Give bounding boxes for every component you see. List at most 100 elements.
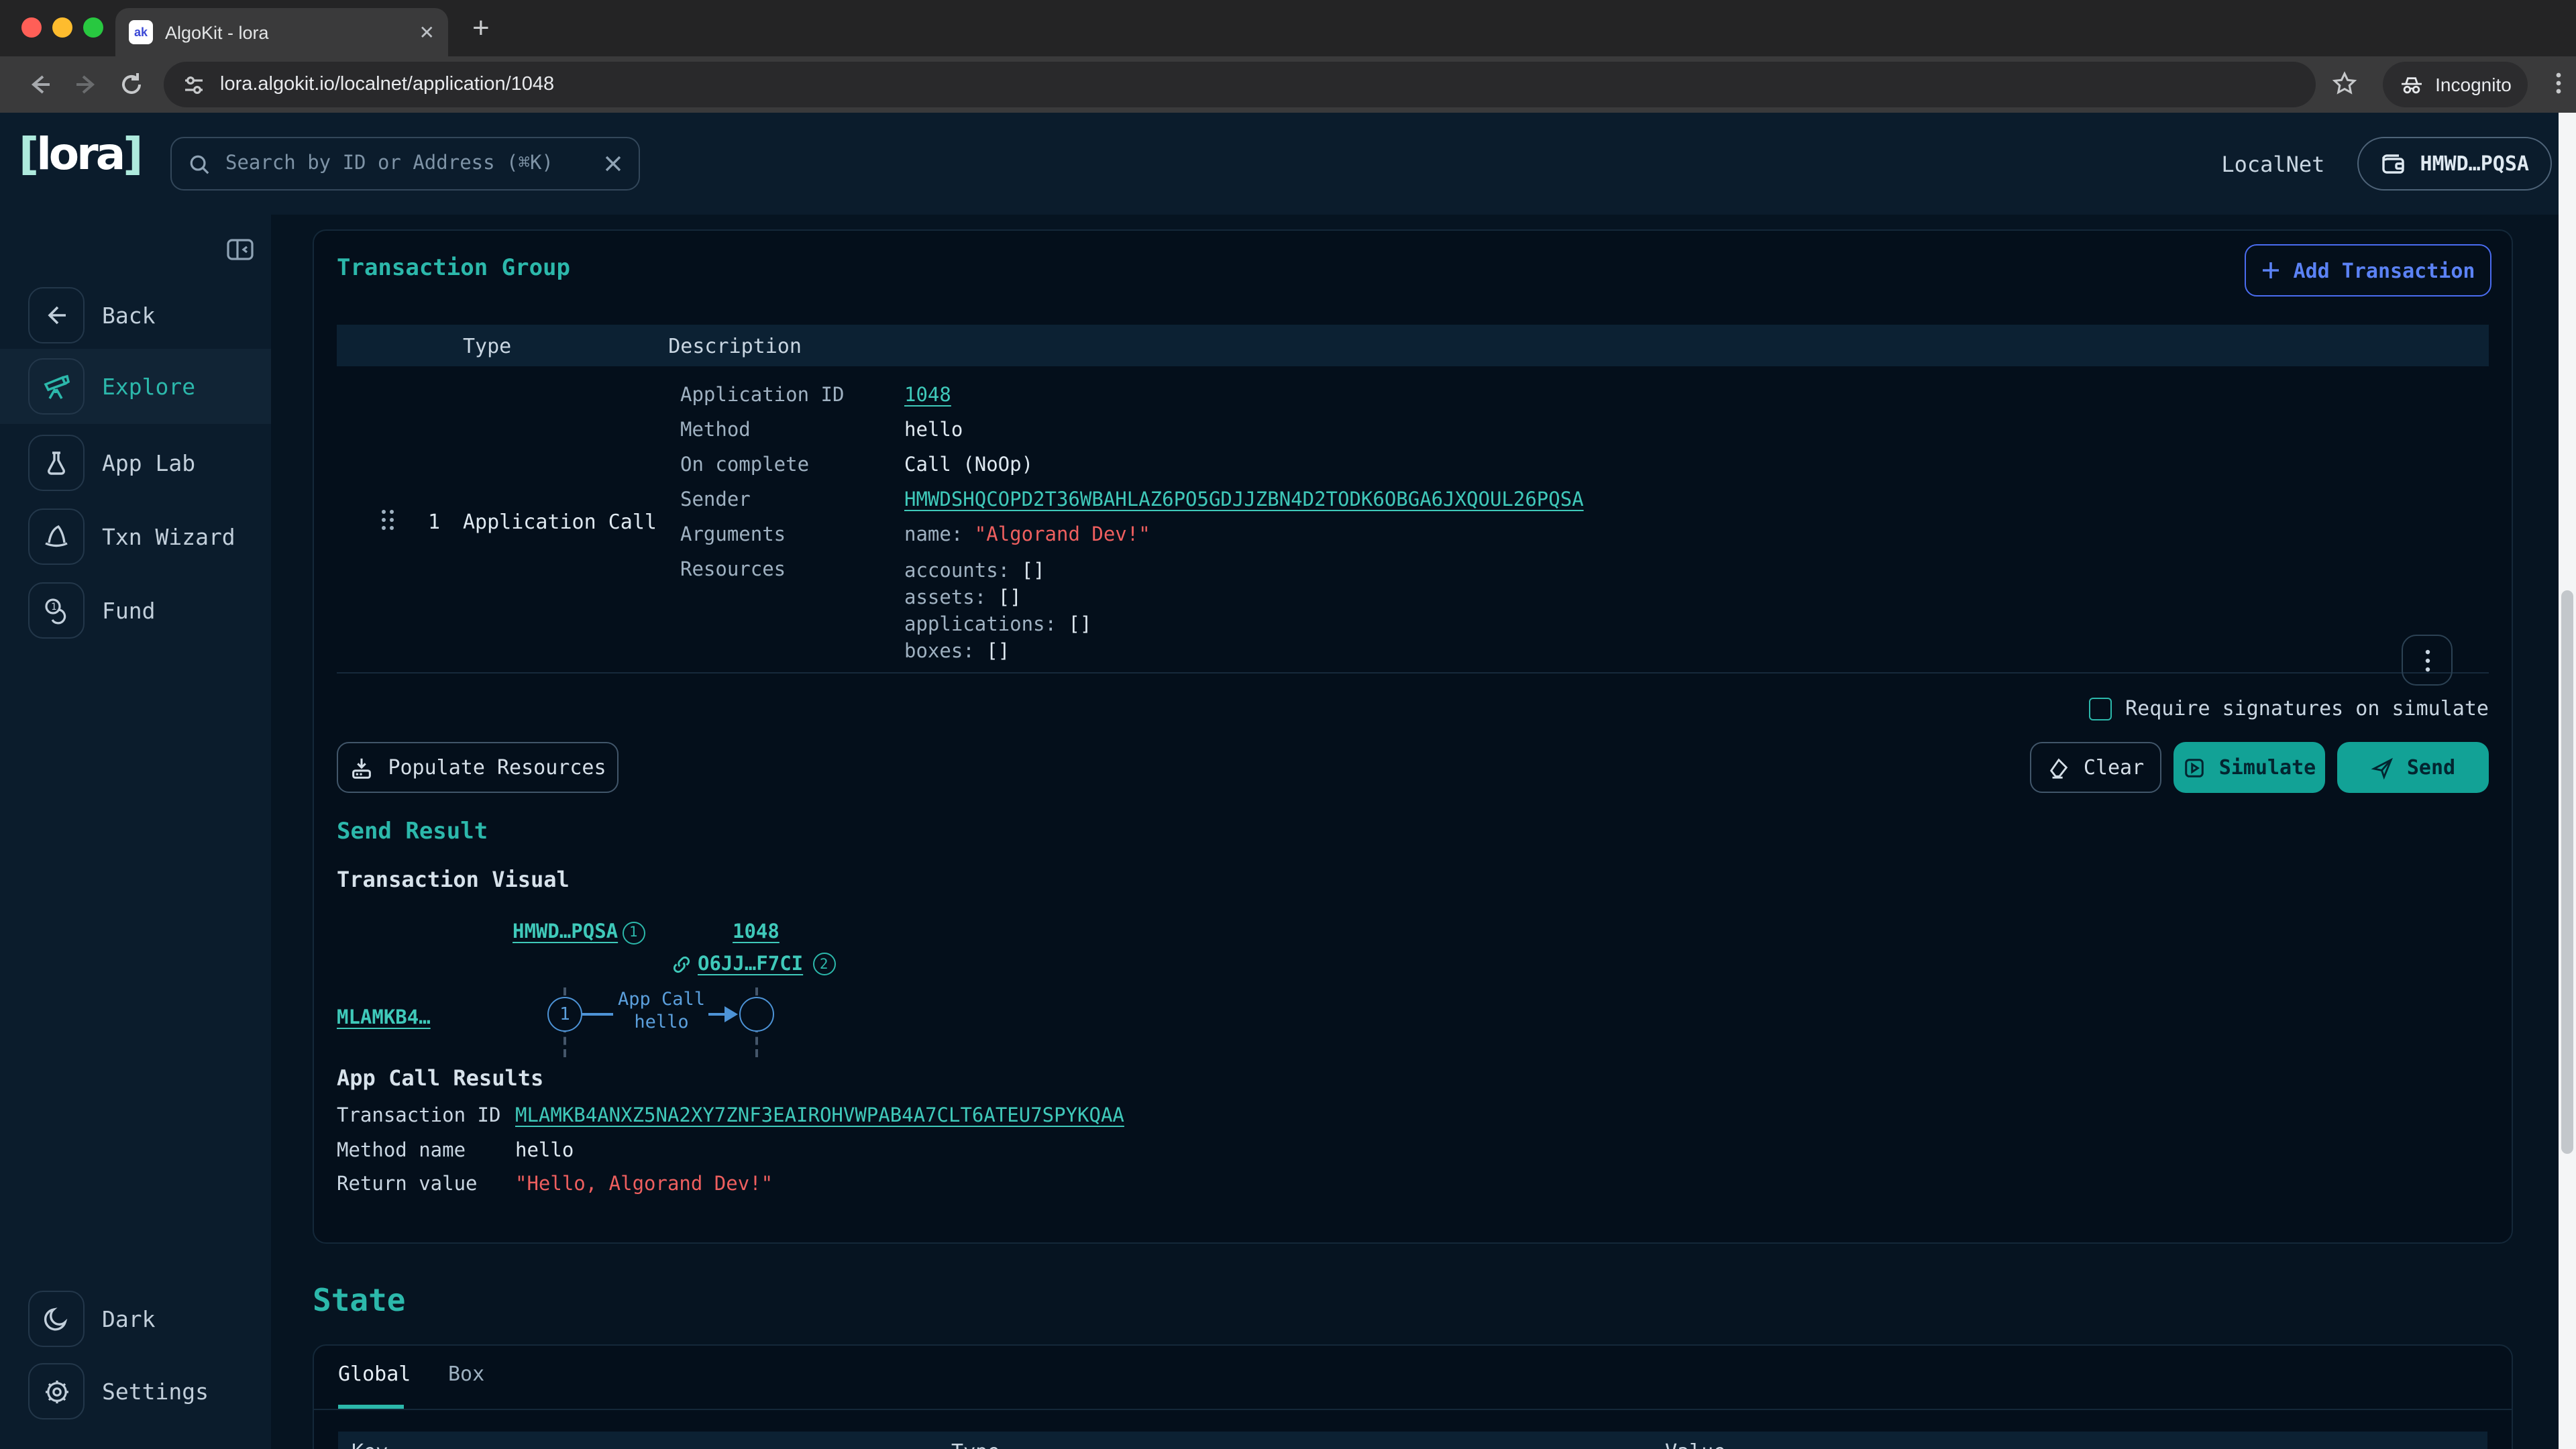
graph-to-node[interactable] (739, 997, 774, 1032)
resource-value: [] (986, 641, 1010, 663)
search-clear-icon[interactable] (604, 154, 623, 173)
tab-global[interactable]: Global (338, 1362, 411, 1386)
scrollbar-thumb[interactable] (2561, 590, 2573, 1154)
wallet-icon (2379, 152, 2406, 176)
row-menu-button[interactable] (2402, 635, 2453, 686)
kebab-icon (2424, 647, 2430, 673)
sidebar-item-label: Dark (102, 1306, 156, 1332)
incognito-label: Incognito (2435, 74, 2512, 95)
bookmark-star-icon[interactable] (2332, 71, 2357, 97)
lora-logo[interactable]: [lora] (19, 131, 140, 176)
graph-transaction-link[interactable]: MLAMKB4… (337, 1008, 431, 1029)
field-label: Method (680, 419, 904, 443)
app-header: [lora] LocalNet HMWD…PQSA (0, 113, 2576, 215)
transaction-row[interactable]: 1 Application Call Application ID1048 Me… (337, 366, 2489, 674)
logo-word: lora (36, 127, 123, 180)
reload-icon[interactable] (118, 71, 145, 98)
resources-list: accounts: [] assets: [] applications: []… (904, 558, 1091, 665)
method-value: hello (904, 419, 963, 443)
graph-app-link[interactable]: 1048 (733, 922, 780, 943)
window-minimize-button[interactable] (52, 17, 72, 38)
sidebar-item-explore[interactable]: Explore (0, 349, 271, 424)
field-label: Arguments (680, 523, 904, 547)
require-signatures-checkbox[interactable] (2089, 697, 2112, 720)
method-name-row: Method name hello (337, 1140, 574, 1162)
return-value: "Hello, Algorand Dev!" (515, 1174, 773, 1195)
drag-handle-icon[interactable] (378, 507, 397, 533)
sidebar-item-settings[interactable]: Settings (0, 1359, 271, 1424)
argument-value: "Algorand Dev!" (975, 525, 1150, 546)
resource-value: [] (1068, 614, 1091, 636)
add-transaction-button[interactable]: Add Transaction (2245, 244, 2491, 297)
tab-close-icon[interactable]: ✕ (419, 21, 435, 44)
graph-sender-column-header: HMWD…PQSA1 (513, 918, 645, 944)
sidebar-item-txn-wizard[interactable]: Txn Wizard (0, 504, 271, 569)
coins-icon: 1 (28, 582, 85, 639)
require-signatures-label: Require signatures on simulate (2125, 696, 2489, 720)
sender-address-link[interactable]: HMWDSHQCOPD2T36WBAHLAZ6PO5GDJJZBN4D2TODK… (904, 488, 1584, 513)
transactions-table-header: Type Description (337, 325, 2489, 366)
method-name-label: Method name (337, 1140, 515, 1162)
graph-row-label: MLAMKB4… (337, 1004, 431, 1029)
graph-group-link[interactable]: O6JJ…F7CI (698, 953, 803, 975)
txid-row: Transaction ID MLAMKB4ANXZ5NA2XY7ZNF3EAI… (337, 1106, 1124, 1127)
argument-key: name: (904, 525, 963, 546)
resource-key: accounts: (904, 561, 1010, 582)
return-value-label: Return value (337, 1174, 515, 1195)
search-input-wrapper[interactable] (170, 137, 640, 191)
field-label: Resources (680, 558, 904, 665)
sidebar-collapse-icon[interactable] (225, 236, 255, 263)
tab-favicon: ak (129, 20, 153, 44)
resource-key: assets: (904, 588, 986, 609)
site-settings-icon[interactable] (182, 73, 205, 96)
sidebar-item-back[interactable]: Back (0, 283, 271, 347)
window-zoom-button[interactable] (83, 17, 103, 38)
url-bar[interactable]: lora.algokit.io/localnet/application/104… (164, 62, 2316, 107)
forward-icon[interactable] (72, 71, 99, 98)
sidebar-item-label: App Lab (102, 450, 195, 476)
column-header-type: Type (951, 1440, 1000, 1449)
simulate-button[interactable]: Simulate (2174, 742, 2325, 793)
telescope-icon (28, 358, 85, 415)
txid-label: Transaction ID (337, 1106, 515, 1127)
sidebar-item-fund[interactable]: 1 Fund (0, 578, 271, 643)
eraser-icon (2047, 756, 2070, 779)
window-close-button[interactable] (21, 17, 42, 38)
populate-resources-button[interactable]: Populate Resources (337, 742, 619, 793)
wallet-button[interactable]: HMWD…PQSA (2357, 137, 2552, 191)
column-header-description: Description (668, 333, 802, 358)
transaction-id-link[interactable]: MLAMKB4ANXZ5NA2XY7ZNF3EAIROHVWPAB4A7CLT6… (515, 1106, 1124, 1127)
svg-text:1: 1 (51, 602, 56, 612)
sidebar: Back Explore App Lab Txn Wizard (0, 215, 271, 1449)
application-id-link[interactable]: 1048 (904, 384, 951, 408)
oncomplete-value: Call (NoOp) (904, 453, 1033, 478)
clear-label: Clear (2084, 755, 2144, 780)
wallet-address-short: HMWD…PQSA (2420, 152, 2529, 176)
back-icon[interactable] (27, 71, 54, 98)
network-selector[interactable]: LocalNet (2221, 151, 2324, 176)
tab-box[interactable]: Box (448, 1362, 484, 1386)
lora-app: [lora] LocalNet HMWD…PQSA (0, 113, 2576, 1449)
new-tab-button[interactable]: + (472, 11, 490, 46)
link-icon (671, 953, 692, 975)
send-button[interactable]: Send (2337, 742, 2489, 793)
graph-sender-badge: 1 (622, 921, 645, 944)
graph-app-column-header: 1048 (733, 918, 780, 943)
graph-sender-link[interactable]: HMWD…PQSA (513, 922, 618, 943)
sidebar-item-label: Txn Wizard (102, 524, 235, 549)
sidebar-item-dark-mode[interactable]: Dark (0, 1287, 271, 1351)
search-input[interactable] (223, 152, 592, 176)
column-header-value: Value (1665, 1440, 1725, 1449)
browser-tab[interactable]: ak AlgoKit - lora ✕ (115, 8, 448, 56)
graph-from-node[interactable]: 1 (547, 997, 582, 1032)
transaction-type: Application Call (463, 510, 657, 534)
clear-button[interactable]: Clear (2030, 742, 2161, 793)
sidebar-item-label: Back (102, 303, 156, 328)
transaction-description: Application ID1048 Methodhello On comple… (680, 384, 1584, 665)
download-icon (349, 755, 374, 780)
sidebar-item-app-lab[interactable]: App Lab (0, 431, 271, 495)
page-scrollbar[interactable] (2559, 113, 2576, 1449)
graph-group-header: O6JJ…F7CI2 (671, 953, 835, 975)
app-call-results-title: App Call Results (337, 1065, 543, 1091)
browser-menu-icon[interactable] (2546, 70, 2571, 97)
